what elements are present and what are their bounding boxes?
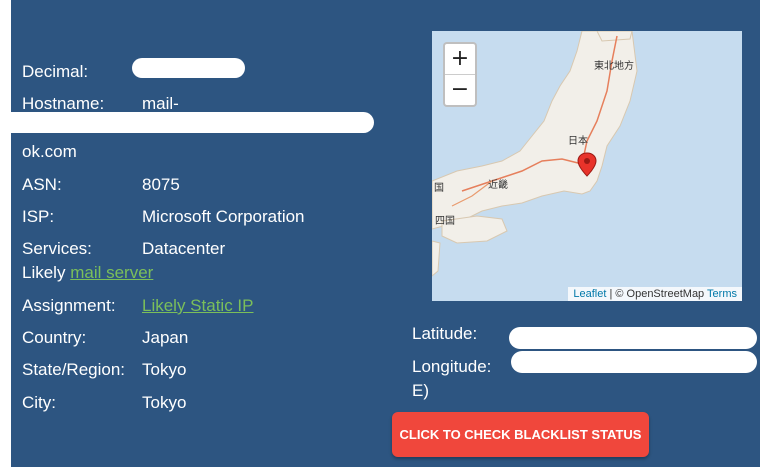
longitude-value-suffix: E) — [412, 381, 429, 400]
leaflet-link[interactable]: Leaflet — [573, 288, 606, 300]
assignment-label: Assignment: — [22, 296, 116, 315]
label-tohoku: 東北地方 — [594, 59, 634, 72]
isp-value: Microsoft Corporation — [142, 207, 305, 226]
mail-server-link[interactable]: mail server — [70, 263, 153, 282]
asn-value: 8075 — [142, 175, 180, 194]
check-blacklist-button[interactable]: CLICK TO CHECK BLACKLIST STATUS — [392, 412, 649, 457]
redacted-hostname — [0, 112, 374, 133]
land-hokkaido-tip — [596, 31, 633, 42]
likely-static-ip-link[interactable]: Likely Static IP — [142, 296, 254, 316]
hostname-label: Hostname: — [22, 94, 105, 113]
services-label: Services: — [22, 239, 92, 258]
isp-label: ISP: — [22, 207, 55, 226]
country-value: Japan — [142, 328, 189, 347]
longitude-label: Longitude: — [412, 357, 492, 376]
decimal-label: Decimal: — [22, 62, 89, 81]
label-nihon: 日本 — [568, 134, 588, 147]
city-label: City: — [22, 393, 56, 412]
redacted-latitude — [509, 327, 757, 349]
terms-link[interactable]: Terms — [707, 288, 737, 300]
map-zoom-control: + − — [443, 42, 477, 107]
services-likely-text: Likely — [22, 263, 66, 282]
hostname-value-suffix: ok.com — [22, 142, 77, 161]
services-value: Datacenter — [142, 239, 226, 258]
location-map[interactable]: 東北地方 日本 近畿 国 四国 Leaflet | © OpenStreetMa… — [432, 31, 742, 301]
state-label: State/Region: — [22, 360, 126, 379]
label-chugoku: 国 — [434, 182, 444, 194]
city-value: Tokyo — [142, 393, 187, 412]
redacted-decimal — [132, 58, 245, 78]
services-likely-line: Likely mail server — [22, 263, 153, 283]
land-kyushu — [432, 240, 441, 277]
zoom-in-button[interactable]: + — [445, 44, 475, 75]
zoom-out-button[interactable]: − — [445, 75, 475, 105]
hostname-value-prefix: mail- — [142, 94, 179, 113]
label-kinki: 近畿 — [488, 178, 508, 191]
map-tiles: 東北地方 日本 近畿 国 四国 — [432, 31, 638, 277]
asn-label: ASN: — [22, 175, 62, 194]
map-attribution: Leaflet | © OpenStreetMap Terms — [568, 287, 742, 301]
osm-attribution: | © OpenStreetMap — [606, 288, 708, 300]
redacted-longitude — [511, 351, 757, 373]
country-label: Country: — [22, 328, 87, 347]
latitude-label: Latitude: — [412, 324, 478, 343]
label-shikoku: 四国 — [435, 215, 455, 227]
state-value: Tokyo — [142, 360, 187, 379]
